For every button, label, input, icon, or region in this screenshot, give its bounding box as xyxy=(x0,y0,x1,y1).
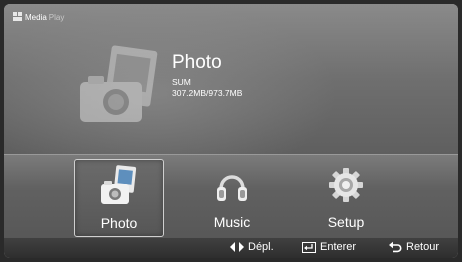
back-hint: Retour xyxy=(389,241,439,253)
move-hint-label: Dépl. xyxy=(248,241,274,253)
menu-item-setup-label: Setup xyxy=(327,214,365,230)
enter-hint: Enterer xyxy=(302,241,356,253)
gear-icon xyxy=(329,168,363,202)
info-panel: Media Play Photo SUM 307.2MB/973.7MB xyxy=(4,4,458,154)
media-menu: Photo Music Setup xyxy=(4,154,458,239)
camera-photo-hero-icon xyxy=(80,45,158,122)
back-hint-label: Retour xyxy=(406,241,440,253)
photo-icon xyxy=(101,165,137,204)
menu-item-photo[interactable]: Photo xyxy=(74,159,164,237)
media-play-screen: Media Play Photo SUM 307.2MB/973.7MB Pho… xyxy=(0,0,462,262)
enter-hint-label: Enterer xyxy=(320,241,357,253)
menu-item-photo-label: Photo xyxy=(100,215,138,231)
page-title: Photo xyxy=(172,52,222,73)
storage-usage: 307.2MB/973.7MB xyxy=(172,88,243,98)
menu-item-music[interactable]: Music xyxy=(188,159,276,235)
brand-secondary: Play xyxy=(48,12,65,22)
tv-menu-frame: Media Play Photo SUM 307.2MB/973.7MB Pho… xyxy=(4,4,458,258)
device-name: SUM xyxy=(172,77,191,87)
media-play-logo: Media Play xyxy=(13,12,64,22)
menu-item-music-label: Music xyxy=(213,214,251,230)
headphones-icon xyxy=(217,175,247,201)
menu-item-setup[interactable]: Setup xyxy=(302,159,390,235)
move-hint: Dépl. xyxy=(230,241,274,253)
enter-icon xyxy=(302,241,316,253)
return-icon xyxy=(389,241,402,253)
left-right-arrows-icon xyxy=(230,242,244,252)
brand-primary: Media xyxy=(25,12,47,22)
media-play-logo-icon xyxy=(13,12,23,22)
help-bar: Dépl. Enterer Retour xyxy=(4,238,458,258)
